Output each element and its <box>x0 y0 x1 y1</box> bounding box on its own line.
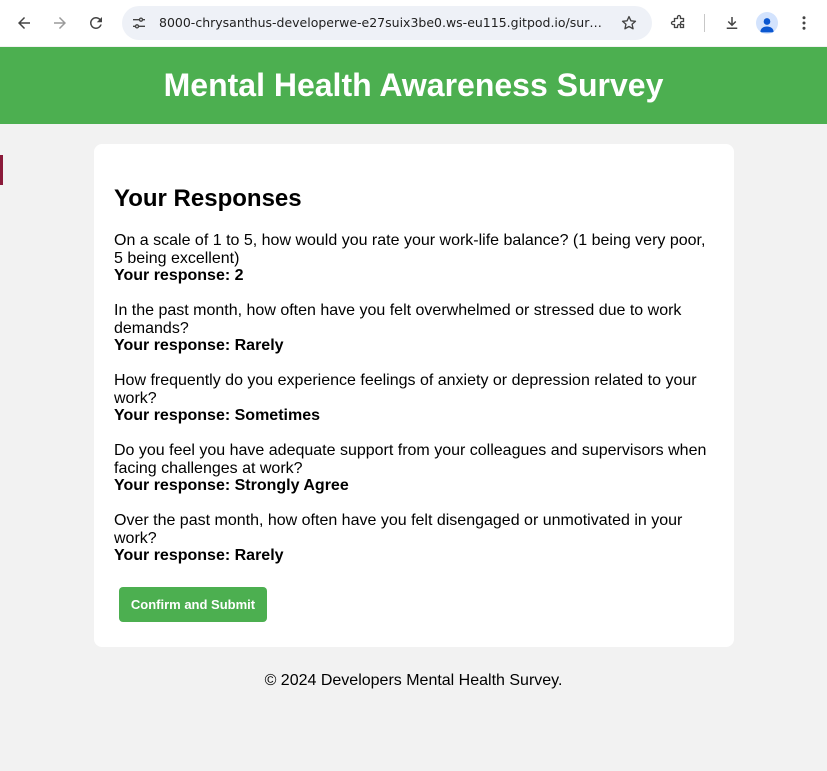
footer-text: © 2024 Developers Mental Health Survey. <box>264 672 563 689</box>
arrow-left-icon <box>18 17 30 29</box>
person-icon <box>760 18 774 33</box>
response-item: On a scale of 1 to 5, how would you rate… <box>114 232 714 285</box>
browser-toolbar: 8000-chrysanthus-developerwe-e27suix3be0… <box>0 0 827 46</box>
answer-text: Your response: Sometimes <box>114 407 320 424</box>
answer-text: Your response: Rarely <box>114 337 284 354</box>
edge-decoration <box>0 155 3 185</box>
question-text: On a scale of 1 to 5, how would you rate… <box>114 232 706 267</box>
question-text: Over the past month, how often have you … <box>114 512 683 547</box>
site-info-icon[interactable] <box>130 14 148 32</box>
answer-text: Your response: Strongly Agree <box>114 477 349 494</box>
response-item: How frequently do you experience feeling… <box>114 372 714 425</box>
confirm-submit-button[interactable]: Confirm and Submit <box>119 587 267 622</box>
response-item: In the past month, how often have you fe… <box>114 302 714 355</box>
page-title: Mental Health Awareness Survey <box>163 67 664 103</box>
responses-card: Your Responses On a scale of 1 to 5, how… <box>94 144 734 647</box>
extensions-button[interactable] <box>665 9 693 37</box>
back-button[interactable] <box>10 9 38 37</box>
forward-button[interactable] <box>46 9 74 37</box>
bookmark-star-icon[interactable] <box>620 14 638 32</box>
response-item: Do you feel you have adequate support fr… <box>114 442 714 495</box>
answer-text: Your response: 2 <box>114 267 244 284</box>
arrow-right-icon <box>54 17 66 29</box>
download-icon <box>726 17 738 29</box>
downloads-button[interactable] <box>718 9 746 37</box>
url-text[interactable]: 8000-chrysanthus-developerwe-e27suix3be0… <box>159 15 609 31</box>
menu-button[interactable] <box>790 9 818 37</box>
address-bar[interactable]: 8000-chrysanthus-developerwe-e27suix3be0… <box>122 6 652 40</box>
card-title: Your Responses <box>114 185 302 212</box>
question-text: How frequently do you experience feeling… <box>114 372 697 407</box>
answer-text: Your response: Rarely <box>114 547 284 564</box>
question-text: In the past month, how often have you fe… <box>114 302 682 337</box>
reload-button[interactable] <box>82 9 110 37</box>
puzzle-icon <box>670 14 685 29</box>
reload-icon <box>89 16 102 29</box>
more-vert-icon <box>802 16 806 30</box>
response-item: Over the past month, how often have you … <box>114 512 714 565</box>
page-header: Mental Health Awareness Survey <box>0 47 827 124</box>
question-text: Do you feel you have adequate support fr… <box>114 442 707 477</box>
profile-avatar[interactable] <box>756 12 778 34</box>
toolbar-divider <box>704 14 705 32</box>
